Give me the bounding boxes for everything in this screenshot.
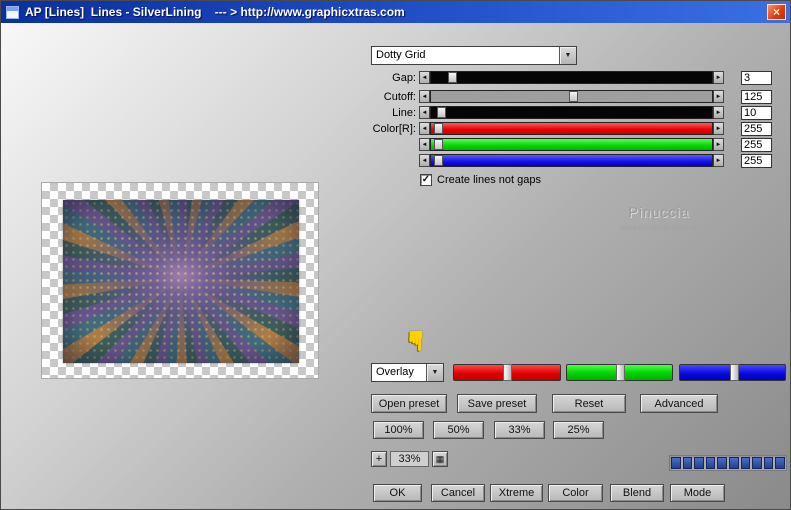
slider-row-gap: Gap: ◄ ► — [331, 70, 773, 85]
progress-segment — [706, 457, 716, 469]
slider-value-input[interactable] — [741, 122, 772, 136]
slider-track[interactable] — [430, 90, 713, 103]
advanced-button[interactable]: Advanced — [640, 394, 718, 413]
slider-right-arrow-icon[interactable]: ► — [713, 138, 724, 151]
create-lines-checkbox-label: Create lines not gaps — [437, 174, 541, 186]
progress-segment — [671, 457, 681, 469]
preview-image — [63, 200, 299, 363]
slider-track[interactable] — [430, 122, 713, 135]
slider-track[interactable] — [430, 71, 713, 84]
color-button[interactable]: Color — [548, 484, 603, 502]
zoom-33-button[interactable]: 33% — [494, 421, 545, 439]
chevron-down-icon[interactable]: ▼ — [426, 364, 443, 381]
close-button[interactable]: × — [767, 4, 786, 20]
xtreme-button[interactable]: Xtreme — [490, 484, 543, 502]
zoom-50-button[interactable]: 50% — [433, 421, 484, 439]
watermark-site: www.madiregrafico.eu — [589, 223, 729, 232]
progress-segment — [683, 457, 693, 469]
zoom-100-button[interactable]: 100% — [373, 421, 424, 439]
red-channel-slider[interactable] — [453, 364, 561, 381]
progress-segment — [741, 457, 751, 469]
zoom-25-button[interactable]: 25% — [553, 421, 604, 439]
slider-thumb[interactable] — [434, 155, 443, 166]
pointing-hand-icon: ☛ — [397, 327, 432, 360]
green-channel-thumb[interactable] — [616, 364, 625, 381]
slider-row-color-b: ◄ ► — [331, 153, 773, 168]
create-lines-checkbox-row: ✓ Create lines not gaps — [420, 174, 541, 186]
slider-left-arrow-icon[interactable]: ◄ — [419, 122, 430, 135]
preset-dropdown-value: Dotty Grid — [372, 47, 559, 64]
progress-segment — [764, 457, 774, 469]
zoom-plus-button[interactable]: + — [371, 451, 387, 467]
slider-thumb[interactable] — [434, 139, 443, 150]
cancel-button[interactable]: Cancel — [431, 484, 485, 502]
slider-thumb[interactable] — [434, 123, 443, 134]
watermark-name: Pinuccia — [589, 204, 729, 220]
slider-track[interactable] — [430, 106, 713, 119]
slider-thumb[interactable] — [448, 72, 457, 83]
watermark: Pinuccia www.madiregrafico.eu — [589, 204, 729, 232]
plugin-dialog: AP [Lines] Lines - SilverLining --- > ht… — [0, 0, 791, 510]
app-icon — [6, 6, 19, 19]
blend-mode-value: Overlay — [372, 364, 426, 381]
slider-label: Line: — [331, 107, 419, 119]
slider-left-arrow-icon[interactable]: ◄ — [419, 90, 430, 103]
slider-row-color-g: ◄ ► — [331, 137, 773, 152]
slider-row-cutoff: Cutoff: ◄ ► — [331, 89, 773, 104]
mode-button[interactable]: Mode — [670, 484, 725, 502]
slider-right-arrow-icon[interactable]: ► — [713, 106, 724, 119]
progress-segment — [729, 457, 739, 469]
slider-thumb[interactable] — [569, 91, 578, 102]
slider-label: Color[R]: — [331, 123, 419, 135]
progress-segment — [694, 457, 704, 469]
slider-right-arrow-icon[interactable]: ► — [713, 71, 724, 84]
ok-button[interactable]: OK — [373, 484, 422, 502]
green-channel-slider[interactable] — [566, 364, 673, 381]
chevron-down-icon[interactable]: ▼ — [559, 47, 576, 64]
slider-value-input[interactable] — [741, 90, 772, 104]
slider-left-arrow-icon[interactable]: ◄ — [419, 154, 430, 167]
slider-row-color-r: Color[R]: ◄ ► — [331, 121, 773, 136]
slider-value-input[interactable] — [741, 138, 772, 152]
slider-label: Cutoff: — [331, 91, 419, 103]
blend-mode-dropdown[interactable]: Overlay ▼ — [371, 363, 444, 382]
progress-segment — [717, 457, 727, 469]
preview-canvas[interactable] — [41, 182, 319, 379]
preset-dropdown[interactable]: Dotty Grid ▼ — [371, 46, 577, 65]
window-title: AP [Lines] Lines - SilverLining --- > ht… — [25, 5, 405, 19]
blend-button[interactable]: Blend — [610, 484, 664, 502]
slider-left-arrow-icon[interactable]: ◄ — [419, 138, 430, 151]
slider-right-arrow-icon[interactable]: ► — [713, 154, 724, 167]
slider-value-input[interactable] — [741, 71, 772, 85]
reset-button[interactable]: Reset — [552, 394, 626, 413]
slider-track[interactable] — [430, 154, 713, 167]
slider-thumb[interactable] — [437, 107, 446, 118]
slider-label: Gap: — [331, 72, 419, 84]
slider-row-line: Line: ◄ ► — [331, 105, 773, 120]
progress-bar — [669, 455, 787, 471]
slider-right-arrow-icon[interactable]: ► — [713, 122, 724, 135]
blue-channel-thumb[interactable] — [730, 364, 739, 381]
title-bar[interactable]: AP [Lines] Lines - SilverLining --- > ht… — [1, 1, 790, 23]
slider-right-arrow-icon[interactable]: ► — [713, 90, 724, 103]
blue-channel-slider[interactable] — [679, 364, 786, 381]
progress-segment — [752, 457, 762, 469]
save-preset-button[interactable]: Save preset — [457, 394, 537, 413]
keypad-icon[interactable]: ▦ — [432, 451, 448, 467]
slider-left-arrow-icon[interactable]: ◄ — [419, 71, 430, 84]
slider-value-input[interactable] — [741, 106, 772, 120]
open-preset-button[interactable]: Open preset — [371, 394, 447, 413]
slider-track[interactable] — [430, 138, 713, 151]
create-lines-checkbox[interactable]: ✓ — [420, 174, 432, 186]
zoom-level-value: 33% — [390, 451, 429, 467]
slider-value-input[interactable] — [741, 154, 772, 168]
progress-segment — [775, 457, 785, 469]
red-channel-thumb[interactable] — [503, 364, 512, 381]
slider-left-arrow-icon[interactable]: ◄ — [419, 106, 430, 119]
